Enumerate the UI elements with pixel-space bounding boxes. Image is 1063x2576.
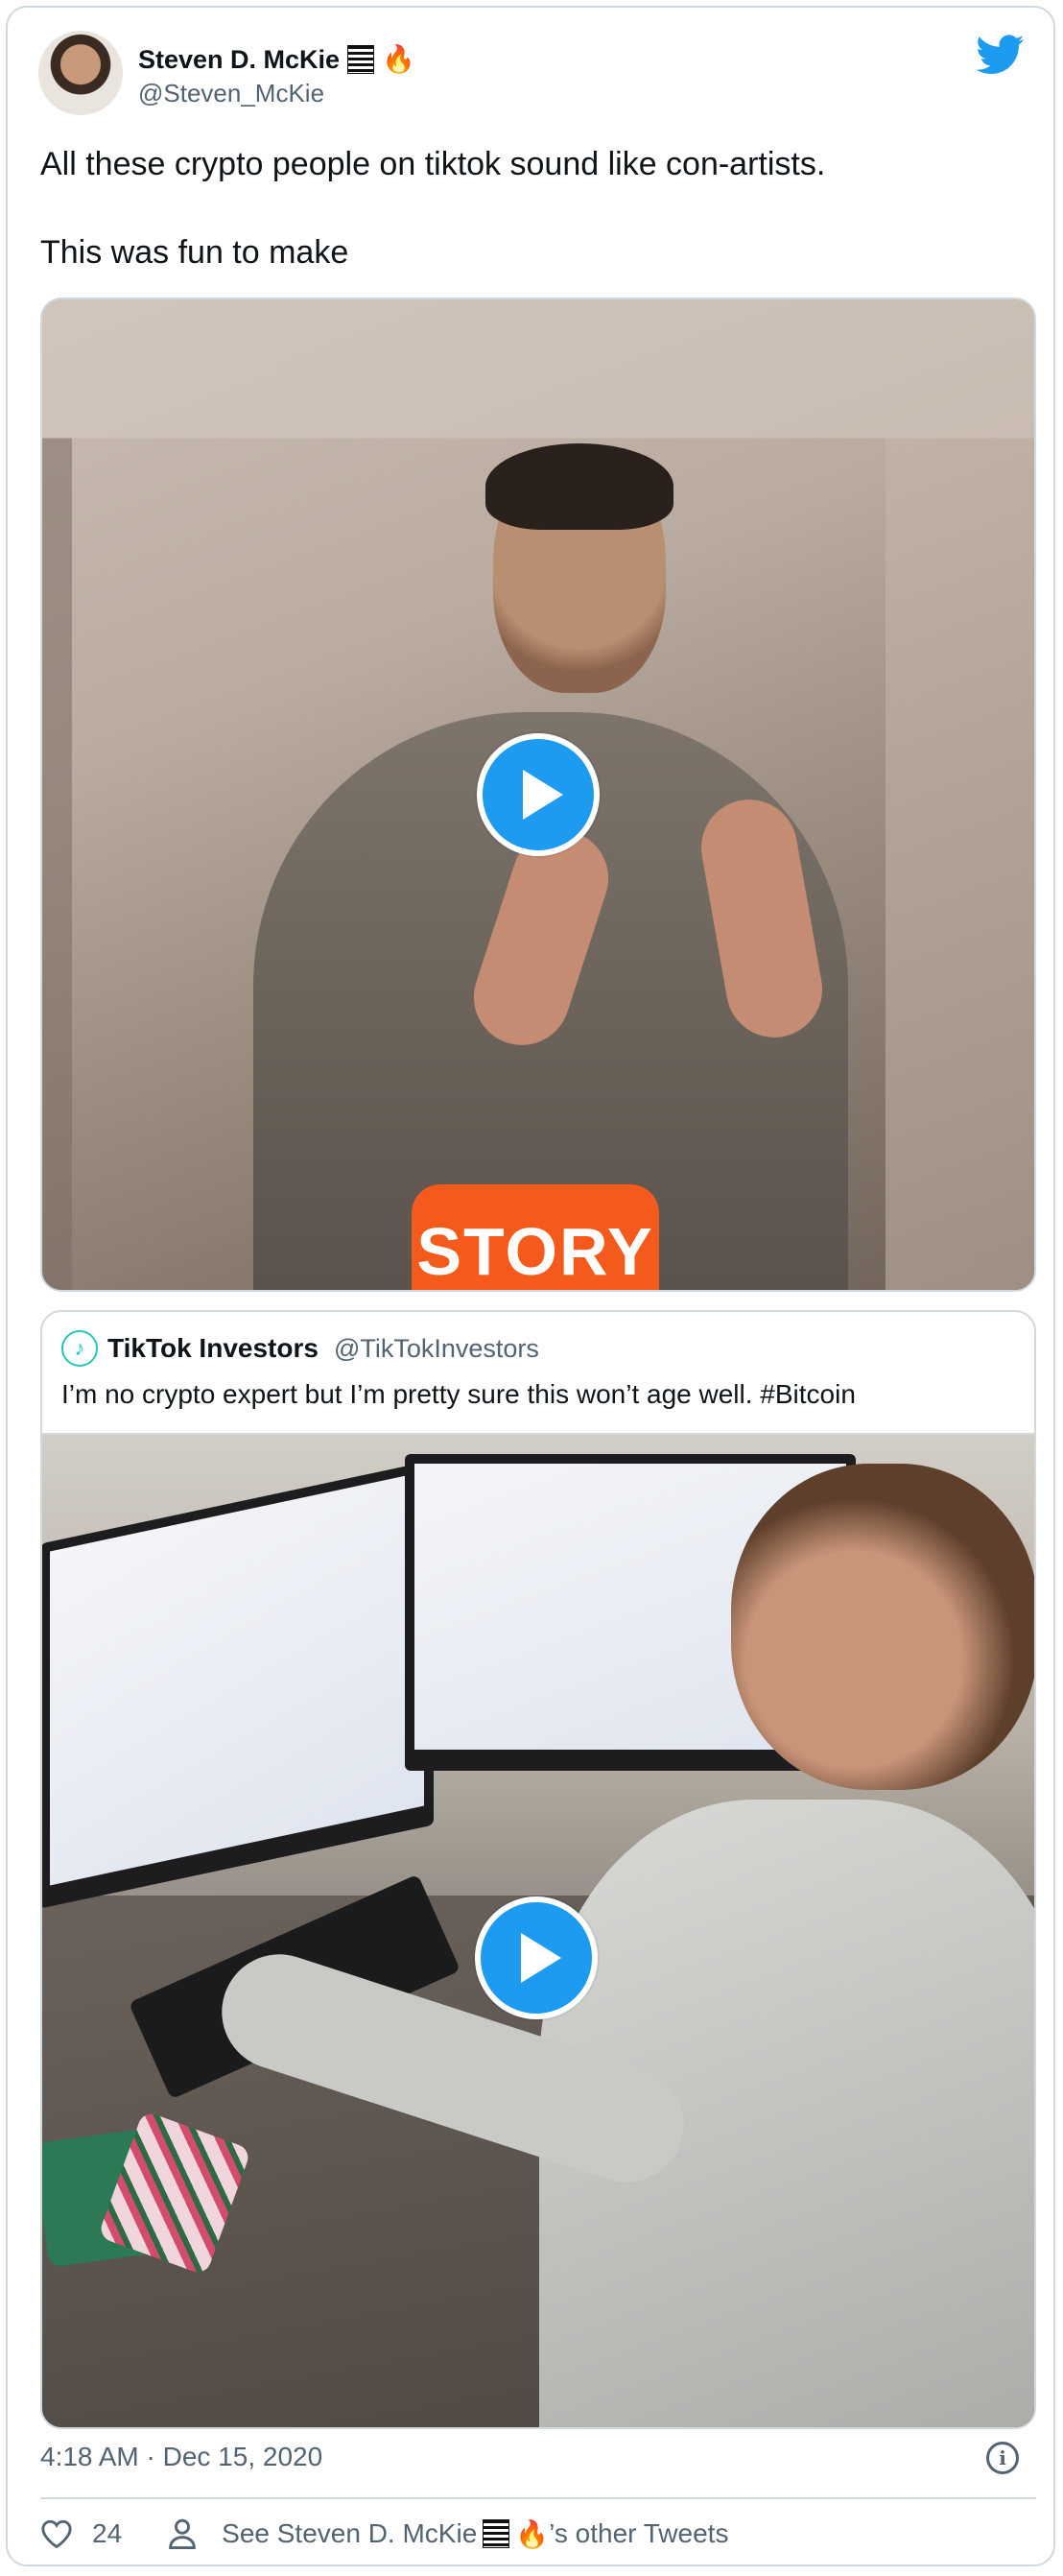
quoted-author-name[interactable]: TikTok Investors [107,1333,319,1364]
play-icon [523,770,563,820]
author-handle[interactable]: @Steven_McKie [138,79,324,108]
video-player[interactable]: STORY [40,298,1036,1292]
tweet-text-line-2: This was fun to make [40,234,349,271]
twitter-bird-icon[interactable] [977,35,1025,75]
quoted-author-handle[interactable]: @TikTokInvestors [334,1334,539,1364]
info-icon[interactable]: i [986,2442,1019,2474]
quoted-tweet-text: I’m no crypto expert but I’m pretty sure… [61,1379,856,1409]
video-thumbnail-hair [485,443,673,530]
see-other-tweets-suffix: ’s other Tweets [549,2518,729,2548]
quoted-tweet-header: ♪ TikTok Investors @TikTokInvestors [61,1329,539,1368]
quoted-play-button[interactable] [475,1896,598,2019]
fire-emoji-icon: 🔥 [515,2518,550,2549]
story-sticker: STORY [412,1184,659,1290]
action-bar: 24 See Steven D. McKie 🔥 ’s other Tweets [40,2515,728,2553]
fire-emoji-icon: 🔥 [382,44,415,74]
author-name-row[interactable]: Steven D. McKie 🔥 [138,40,415,79]
play-button[interactable] [477,733,600,856]
flag-icon [483,2519,510,2548]
video-thumbnail-man-head [731,1464,1034,1790]
flag-icon [347,45,375,74]
video-thumbnail-monitor-left [42,1460,434,1909]
author-name[interactable]: Steven D. McKie [138,45,340,75]
tweet-text-line-1: All these crypto people on tiktok sound … [40,146,826,182]
tweet-timestamp[interactable]: 4:18 AM · Dec 15, 2020 [40,2442,322,2472]
heart-icon[interactable] [40,2518,73,2549]
tweet-text: All these crypto people on tiktok sound … [40,142,1028,274]
quoted-tweet[interactable]: ♪ TikTok Investors @TikTokInvestors I’m … [40,1310,1036,2429]
person-icon [169,2518,196,2549]
like-count[interactable]: 24 [92,2518,122,2549]
avatar[interactable] [38,31,123,115]
see-other-tweets-link[interactable]: See Steven D. McKie 🔥 ’s other Tweets [222,2518,728,2550]
tweet-card: Steven D. McKie 🔥 @Steven_McKie All thes… [6,6,1055,2566]
quoted-video-player[interactable] [42,1433,1034,2427]
play-icon [521,1933,561,1983]
see-other-tweets-prefix: See Steven D. McKie [222,2518,478,2548]
footer-divider [40,2497,1036,2499]
tiktok-icon: ♪ [61,1330,98,1367]
